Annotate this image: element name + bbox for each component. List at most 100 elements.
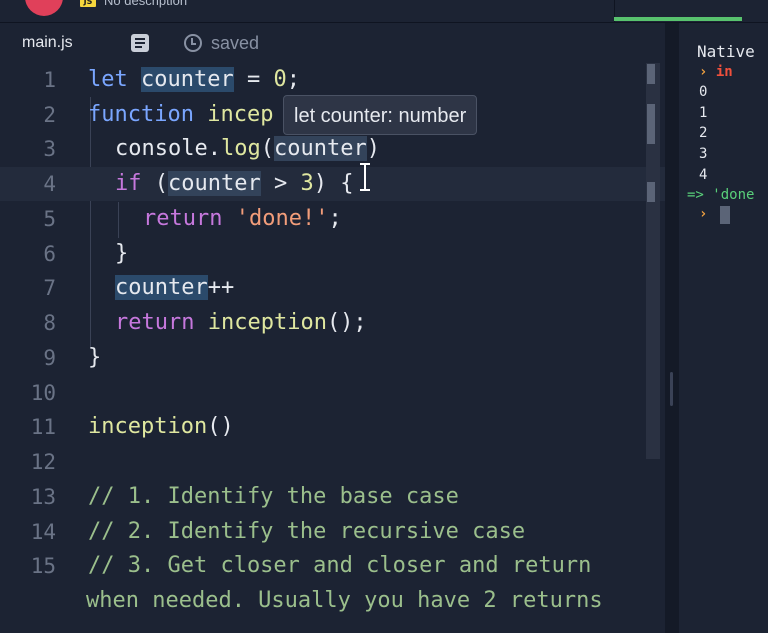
prompt-icon: › xyxy=(699,64,708,80)
code-line-wrapped: when needed. Usually you have 2 returns xyxy=(0,584,665,618)
code-line: 8 return inception(); xyxy=(0,306,665,340)
code-text: } xyxy=(88,345,102,370)
code-line-active: 4 if (counter > 3) { xyxy=(0,167,665,201)
code-text: console.log(counter) xyxy=(115,132,380,166)
code-line: 6 } xyxy=(0,237,665,271)
code-text: counter++ xyxy=(115,271,234,305)
return-value: 'done xyxy=(712,187,755,203)
comment: // 3. Get closer and closer and return xyxy=(88,553,592,578)
code-line: 13 // 1. Identify the base case xyxy=(0,480,665,514)
line-number: 6 xyxy=(43,242,56,266)
code-text: inception() xyxy=(88,410,234,444)
line-number: 5 xyxy=(43,207,56,231)
keyword: return xyxy=(143,206,223,231)
line-number: 15 xyxy=(30,554,56,578)
identifier: counter xyxy=(273,136,367,161)
line-number: 3 xyxy=(43,137,56,161)
return-arrow: => xyxy=(687,187,704,203)
code-line: 14 // 2. Identify the recursive case xyxy=(0,515,665,549)
pane-divider[interactable] xyxy=(665,23,679,633)
line-number: 8 xyxy=(43,311,56,335)
number: 0 xyxy=(273,67,287,92)
punctuation: (); xyxy=(326,310,367,335)
operator: ++ xyxy=(207,275,235,300)
identifier: counter xyxy=(168,171,261,196)
editor-tab-bar: main.js saved xyxy=(0,23,665,63)
code-line: 9 } xyxy=(0,341,665,375)
identifier: counter xyxy=(141,67,234,92)
string: 'done!' xyxy=(222,206,329,231)
code-text: function incep xyxy=(88,98,273,132)
keyword: if xyxy=(115,171,142,196)
identifier: counter xyxy=(115,275,208,300)
code-line: 11 inception() xyxy=(0,410,665,444)
console-title: Native xyxy=(697,42,755,61)
console-cursor xyxy=(720,206,730,224)
object: console. xyxy=(115,136,221,161)
js-icon: JS xyxy=(80,0,96,7)
repl-workspace: JS No description main.js saved 1 let co… xyxy=(0,0,768,633)
function-name: inception xyxy=(88,414,208,439)
console-output: 0 xyxy=(699,84,708,100)
scroll-thumb[interactable] xyxy=(647,104,655,144)
drag-handle-icon[interactable] xyxy=(670,372,673,406)
type-tooltip: let counter: number xyxy=(283,95,478,135)
tab-main-js[interactable]: main.js xyxy=(0,23,112,63)
code-editor[interactable]: 1 let counter = 0; 2 function incep 3 co… xyxy=(0,63,665,633)
console-input: in xyxy=(715,64,733,80)
line-number: 4 xyxy=(43,172,56,196)
code-line: 3 console.log(counter) xyxy=(0,132,665,166)
comment: when needed. Usually you have 2 returns xyxy=(86,588,603,613)
punctuation: ( xyxy=(141,171,168,196)
console-output: 1 xyxy=(699,105,708,121)
punctuation: () xyxy=(207,414,234,439)
console-output: 4 xyxy=(699,167,708,183)
scroll-marker xyxy=(647,64,655,84)
line-number: 9 xyxy=(43,346,56,370)
code-text: } xyxy=(115,241,129,266)
console-return-line: => 'done xyxy=(687,187,754,203)
prompt-icon: › xyxy=(699,206,708,222)
keyword: let xyxy=(88,67,128,92)
punctuation: ) { xyxy=(313,171,354,196)
keyword: return xyxy=(115,310,195,335)
function-name: incep xyxy=(193,102,274,127)
line-number: 13 xyxy=(30,485,56,509)
repl-description[interactable]: No description xyxy=(104,0,187,8)
function-name: inception xyxy=(194,310,327,335)
code-line: 1 let counter = 0; xyxy=(0,63,665,97)
line-number: 11 xyxy=(30,415,56,439)
comment: // 2. Identify the recursive case xyxy=(88,519,526,544)
line-number: 7 xyxy=(43,276,56,300)
code-line: 15 // 3. Get closer and closer and retur… xyxy=(0,549,665,583)
scroll-marker xyxy=(647,182,655,202)
punctuation: ; xyxy=(286,67,300,92)
punctuation: ) xyxy=(366,136,380,161)
console-input-line: › in xyxy=(699,64,733,80)
punctuation: ; xyxy=(328,206,342,231)
line-number: 2 xyxy=(43,103,56,127)
line-number: 14 xyxy=(30,520,56,544)
code-text: return 'done!'; xyxy=(143,202,342,236)
code-text: return inception(); xyxy=(115,306,367,340)
line-number: 10 xyxy=(30,381,56,405)
code-line: 10 xyxy=(0,376,665,410)
console-output: 2 xyxy=(699,125,708,141)
console-output: 3 xyxy=(699,146,708,162)
line-number: 1 xyxy=(43,68,56,92)
operator: = xyxy=(233,67,274,92)
line-number: 12 xyxy=(30,450,56,474)
document-icon[interactable] xyxy=(131,34,149,52)
run-button[interactable] xyxy=(25,0,63,16)
text-cursor-icon xyxy=(360,163,370,191)
saved-status: saved xyxy=(211,33,260,53)
comment: // 1. Identify the base case xyxy=(88,484,459,509)
operator: > xyxy=(260,171,301,196)
code-line: 7 counter++ xyxy=(0,271,665,305)
console-prompt-line[interactable]: › xyxy=(699,206,707,222)
code-line: 12 xyxy=(0,445,665,479)
history-icon xyxy=(184,34,202,52)
punctuation: ( xyxy=(260,136,274,161)
console-pane[interactable]: Native › in 0 1 2 3 4 => 'done › xyxy=(679,23,768,633)
keyword: function xyxy=(88,102,194,127)
